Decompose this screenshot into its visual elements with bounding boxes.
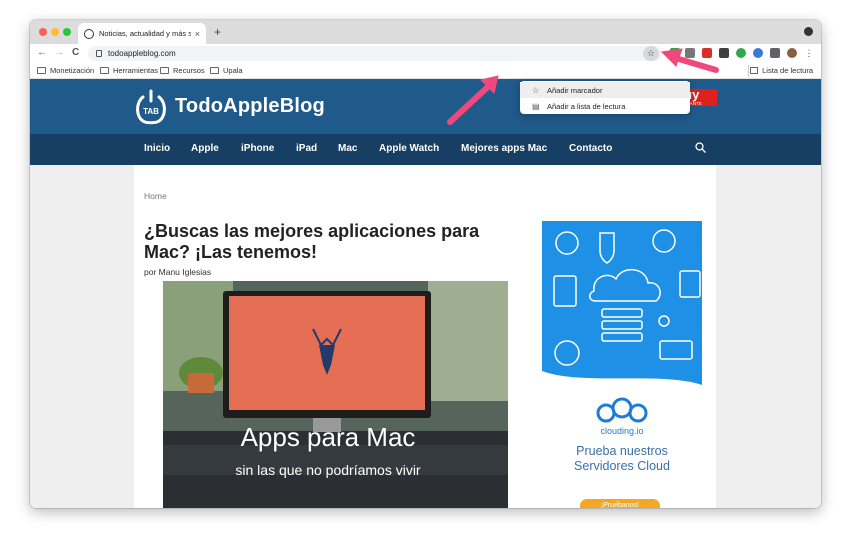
arrow-to-star-head	[660, 48, 683, 67]
screenshot-stage: Noticias, actualidad y más sob × + ← → C…	[0, 0, 850, 547]
annotation-arrows	[447, 48, 719, 125]
arrow-to-menu-shaft	[447, 81, 494, 125]
